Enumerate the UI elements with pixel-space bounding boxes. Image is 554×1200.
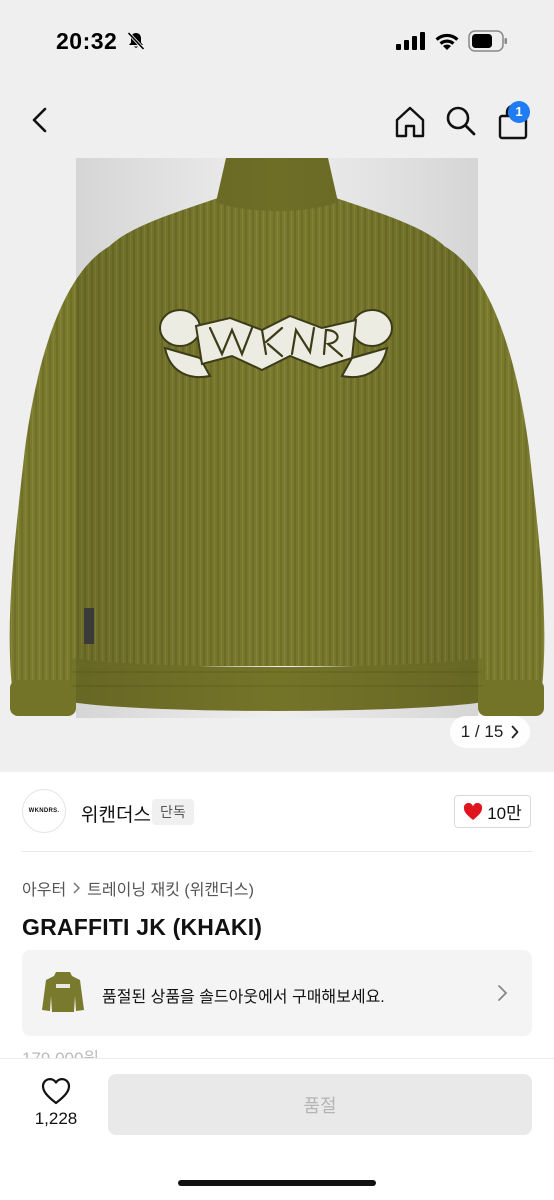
- chevron-right-icon: [498, 985, 508, 1001]
- product-image-gallery[interactable]: [0, 158, 554, 772]
- brand-logo[interactable]: WKNDRS.: [22, 789, 66, 833]
- home-indicator: [178, 1180, 376, 1186]
- cart-count-badge: 1: [508, 101, 530, 123]
- product-jacket-image: [9, 158, 545, 718]
- battery-icon: [468, 30, 507, 52]
- breadcrumb-category-training-jacket[interactable]: 트레이닝 재킷 (위캔더스): [87, 876, 254, 900]
- bottom-action-bar: 1,228 품절: [0, 1058, 554, 1200]
- brand-like-button[interactable]: 10만: [454, 795, 531, 828]
- wishlist-count: 1,228: [34, 1109, 78, 1128]
- status-time: 20:32: [56, 28, 118, 54]
- exclusive-badge: 단독: [152, 799, 194, 825]
- soldout-button[interactable]: 품절: [108, 1074, 532, 1135]
- breadcrumb-chevron-icon: [73, 882, 81, 894]
- status-bar: 20:32: [0, 0, 554, 84]
- brand-logo-text: WKNDRS.: [28, 808, 60, 814]
- image-counter-text: 1 / 15: [460, 722, 504, 741]
- product-title: GRAFFITI JK (KHAKI): [22, 914, 263, 940]
- product-thumbnail: [38, 966, 88, 1018]
- brand-name-link[interactable]: 위캔더스: [81, 800, 151, 827]
- section-divider: [22, 851, 532, 852]
- brand-like-count: 10만: [487, 804, 522, 823]
- wishlist-button[interactable]: 1,228: [22, 1075, 90, 1129]
- chevron-right-icon: [511, 725, 519, 739]
- soldout-resale-banner[interactable]: 품절된 상품을 솔드아웃에서 구매해보세요.: [22, 950, 532, 1036]
- heart-filled-icon: [464, 802, 483, 820]
- breadcrumb: 아우터 트레이닝 재킷 (위캔더스): [22, 876, 254, 900]
- back-chevron-icon[interactable]: [26, 102, 56, 138]
- cellular-signal-icon: [396, 32, 425, 50]
- soldout-banner-text: 품절된 상품을 솔드아웃에서 구매해보세요.: [102, 989, 385, 1006]
- wifi-icon: [435, 33, 459, 50]
- search-icon[interactable]: [443, 103, 479, 139]
- bell-slash-icon: [127, 31, 145, 51]
- heart-outline-icon: [41, 1078, 71, 1105]
- top-nav-bar: [0, 84, 554, 158]
- home-icon[interactable]: [392, 104, 428, 140]
- image-counter[interactable]: 1 / 15: [450, 716, 530, 748]
- breadcrumb-category-outer[interactable]: 아우터: [22, 876, 66, 900]
